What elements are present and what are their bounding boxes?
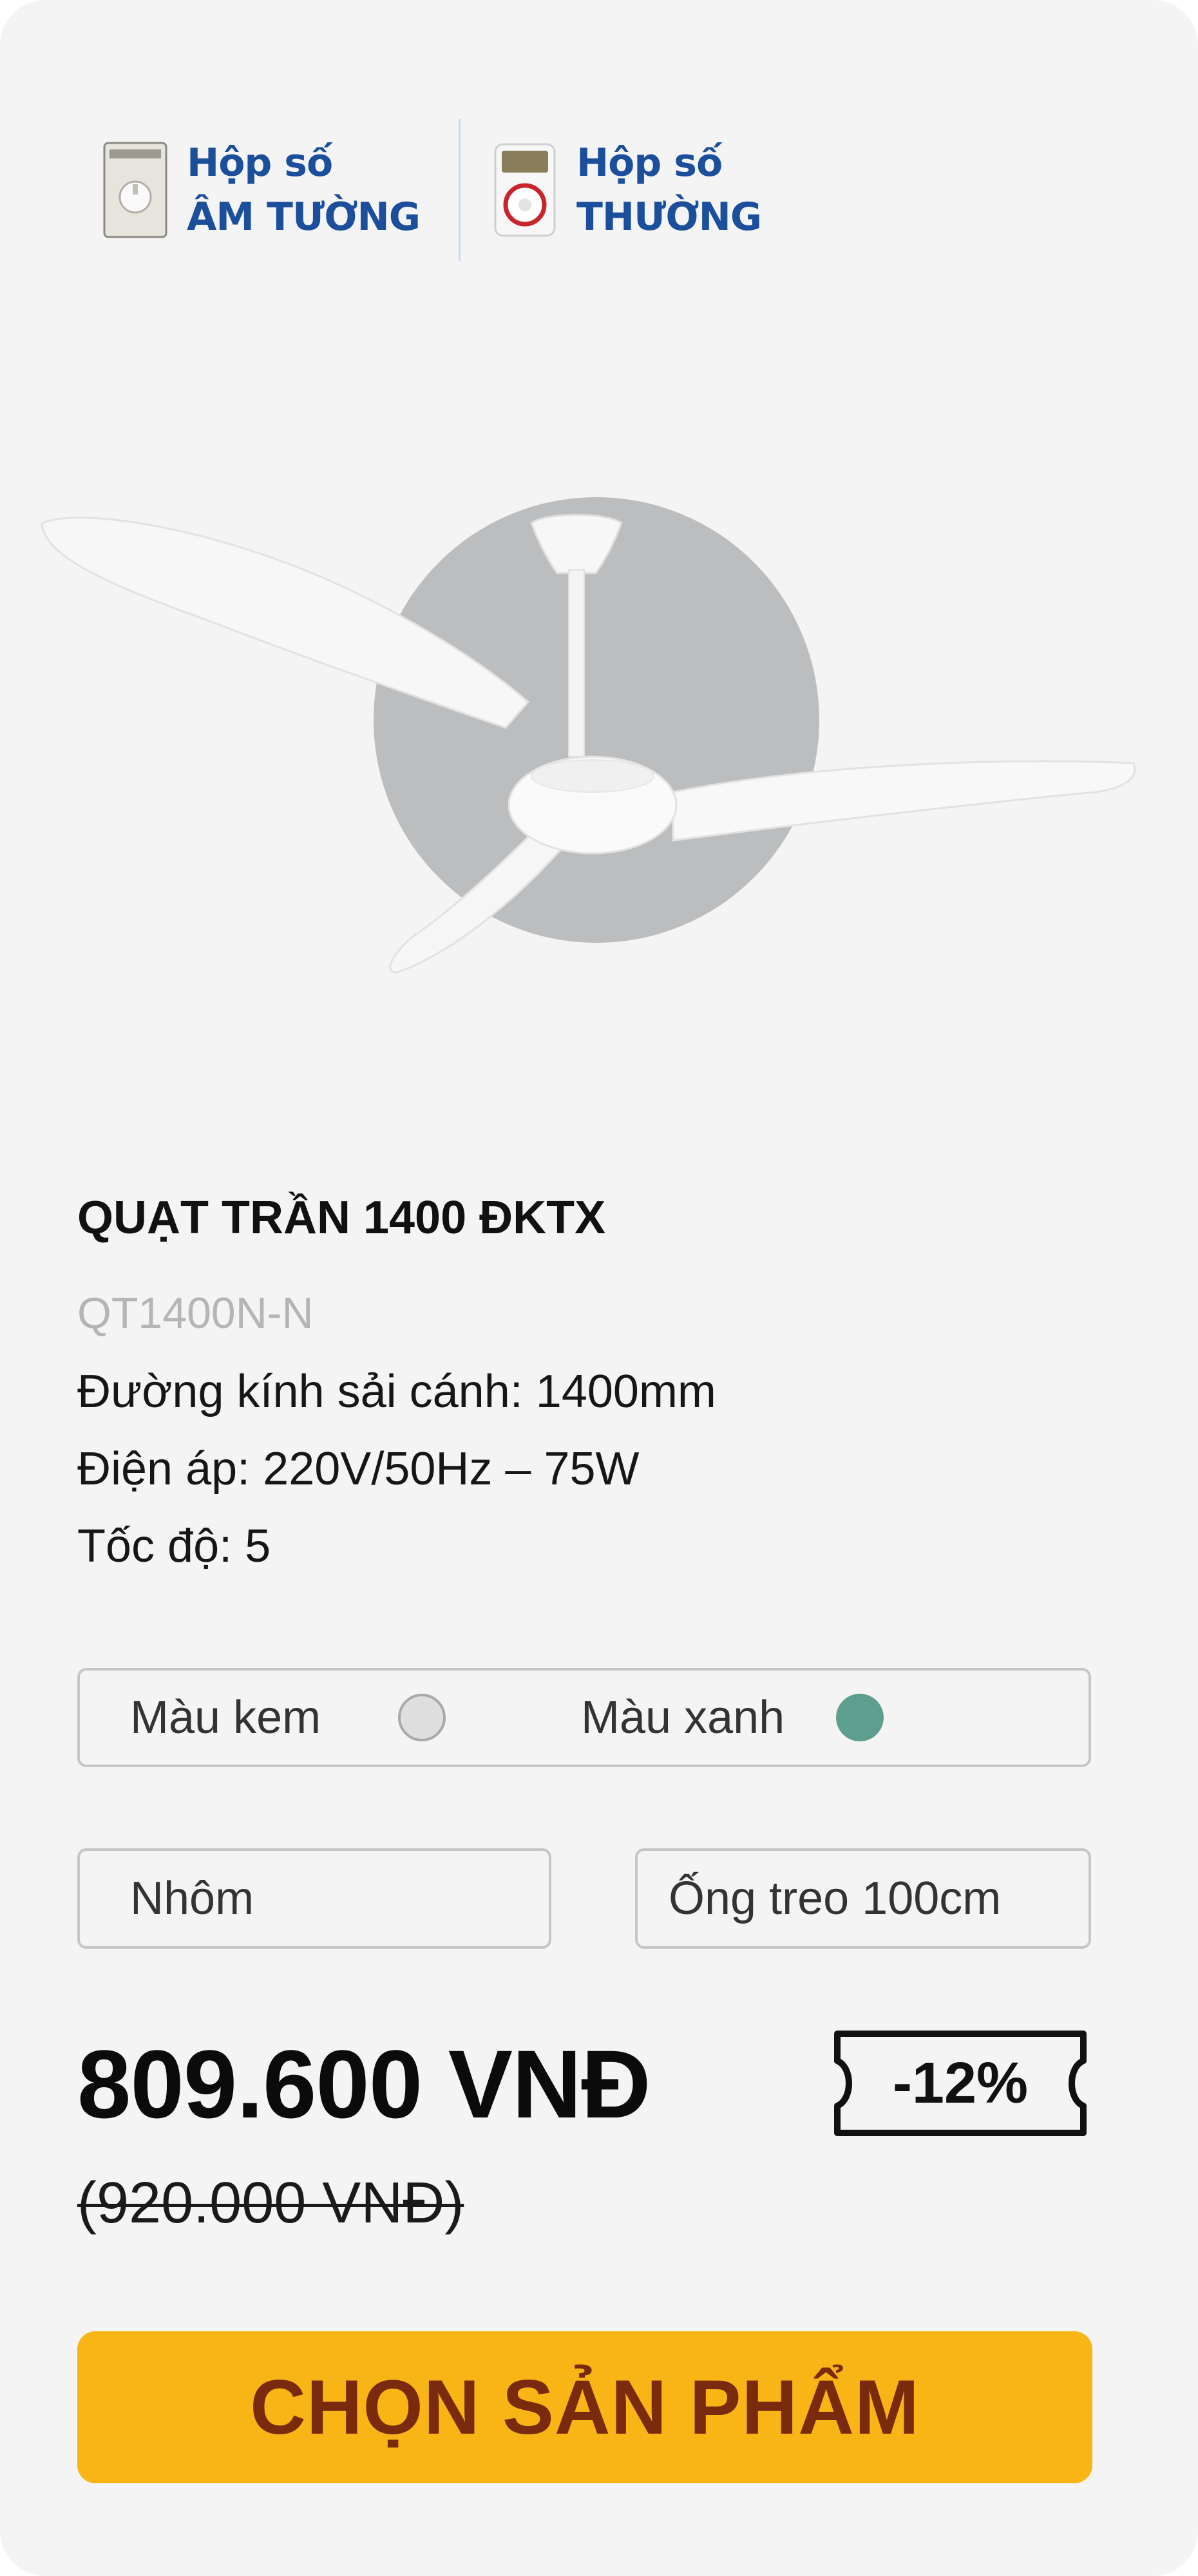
- tube-option[interactable]: Ống treo 100cm: [635, 1848, 1091, 1949]
- old-price: (920.000 VNĐ): [77, 2171, 464, 2235]
- color-label-cream: Màu kem: [130, 1692, 321, 1743]
- tab-standard-gearbox[interactable]: Hộp số THƯỜNG: [493, 136, 762, 244]
- gearbox-tabs: Hộp số ÂM TƯỜNG Hộp số THƯỜNG: [103, 119, 762, 261]
- color-label-green: Màu xanh: [581, 1692, 785, 1743]
- tab-wall-line2: ÂM TƯỜNG: [187, 194, 421, 240]
- standard-gearbox-icon: [493, 142, 557, 238]
- tab-standard-line1: Hộp số: [576, 140, 723, 185]
- color-option-cream[interactable]: Màu kem: [130, 1671, 446, 1765]
- select-product-label: CHỌN SẢN PHẨM: [250, 2364, 920, 2450]
- material-label: Nhôm: [130, 1873, 254, 1924]
- color-option-green[interactable]: Màu xanh: [581, 1671, 884, 1765]
- price: 809.600 VNĐ: [77, 2030, 651, 2138]
- spec-voltage: Điện áp: 220V/50Hz – 75W: [77, 1443, 640, 1495]
- tab-standard-line2: THƯỜNG: [576, 194, 762, 240]
- select-product-button[interactable]: CHỌN SẢN PHẨM: [77, 2331, 1092, 2483]
- product-title: QUẠT TRẦN 1400 ĐKTX: [77, 1192, 606, 1244]
- tab-wall-gearbox[interactable]: Hộp số ÂM TƯỜNG: [103, 136, 421, 244]
- product-card: Hộp số ÂM TƯỜNG Hộp số THƯỜNG QUẠT TRẦN …: [0, 0, 1198, 2576]
- tab-divider: [458, 119, 461, 261]
- product-image-ceiling-fan: [26, 464, 1159, 992]
- wall-gearbox-icon: [103, 142, 167, 238]
- product-sku: QT1400N-N: [77, 1289, 314, 1338]
- color-swatch-cream[interactable]: [398, 1694, 446, 1741]
- spec-speed: Tốc độ: 5: [77, 1520, 271, 1572]
- color-selector: Màu kem Màu xanh: [77, 1668, 1091, 1767]
- material-option[interactable]: Nhôm: [77, 1848, 551, 1949]
- discount-badge: -12%: [828, 2029, 1092, 2138]
- discount-text: -12%: [892, 2051, 1029, 2116]
- spec-blade-diameter: Đường kính sải cánh: 1400mm: [77, 1366, 716, 1417]
- tube-label: Ống treo 100cm: [669, 1873, 1002, 1924]
- tab-wall-line1: Hộp số: [187, 140, 333, 185]
- color-swatch-green[interactable]: [836, 1694, 884, 1741]
